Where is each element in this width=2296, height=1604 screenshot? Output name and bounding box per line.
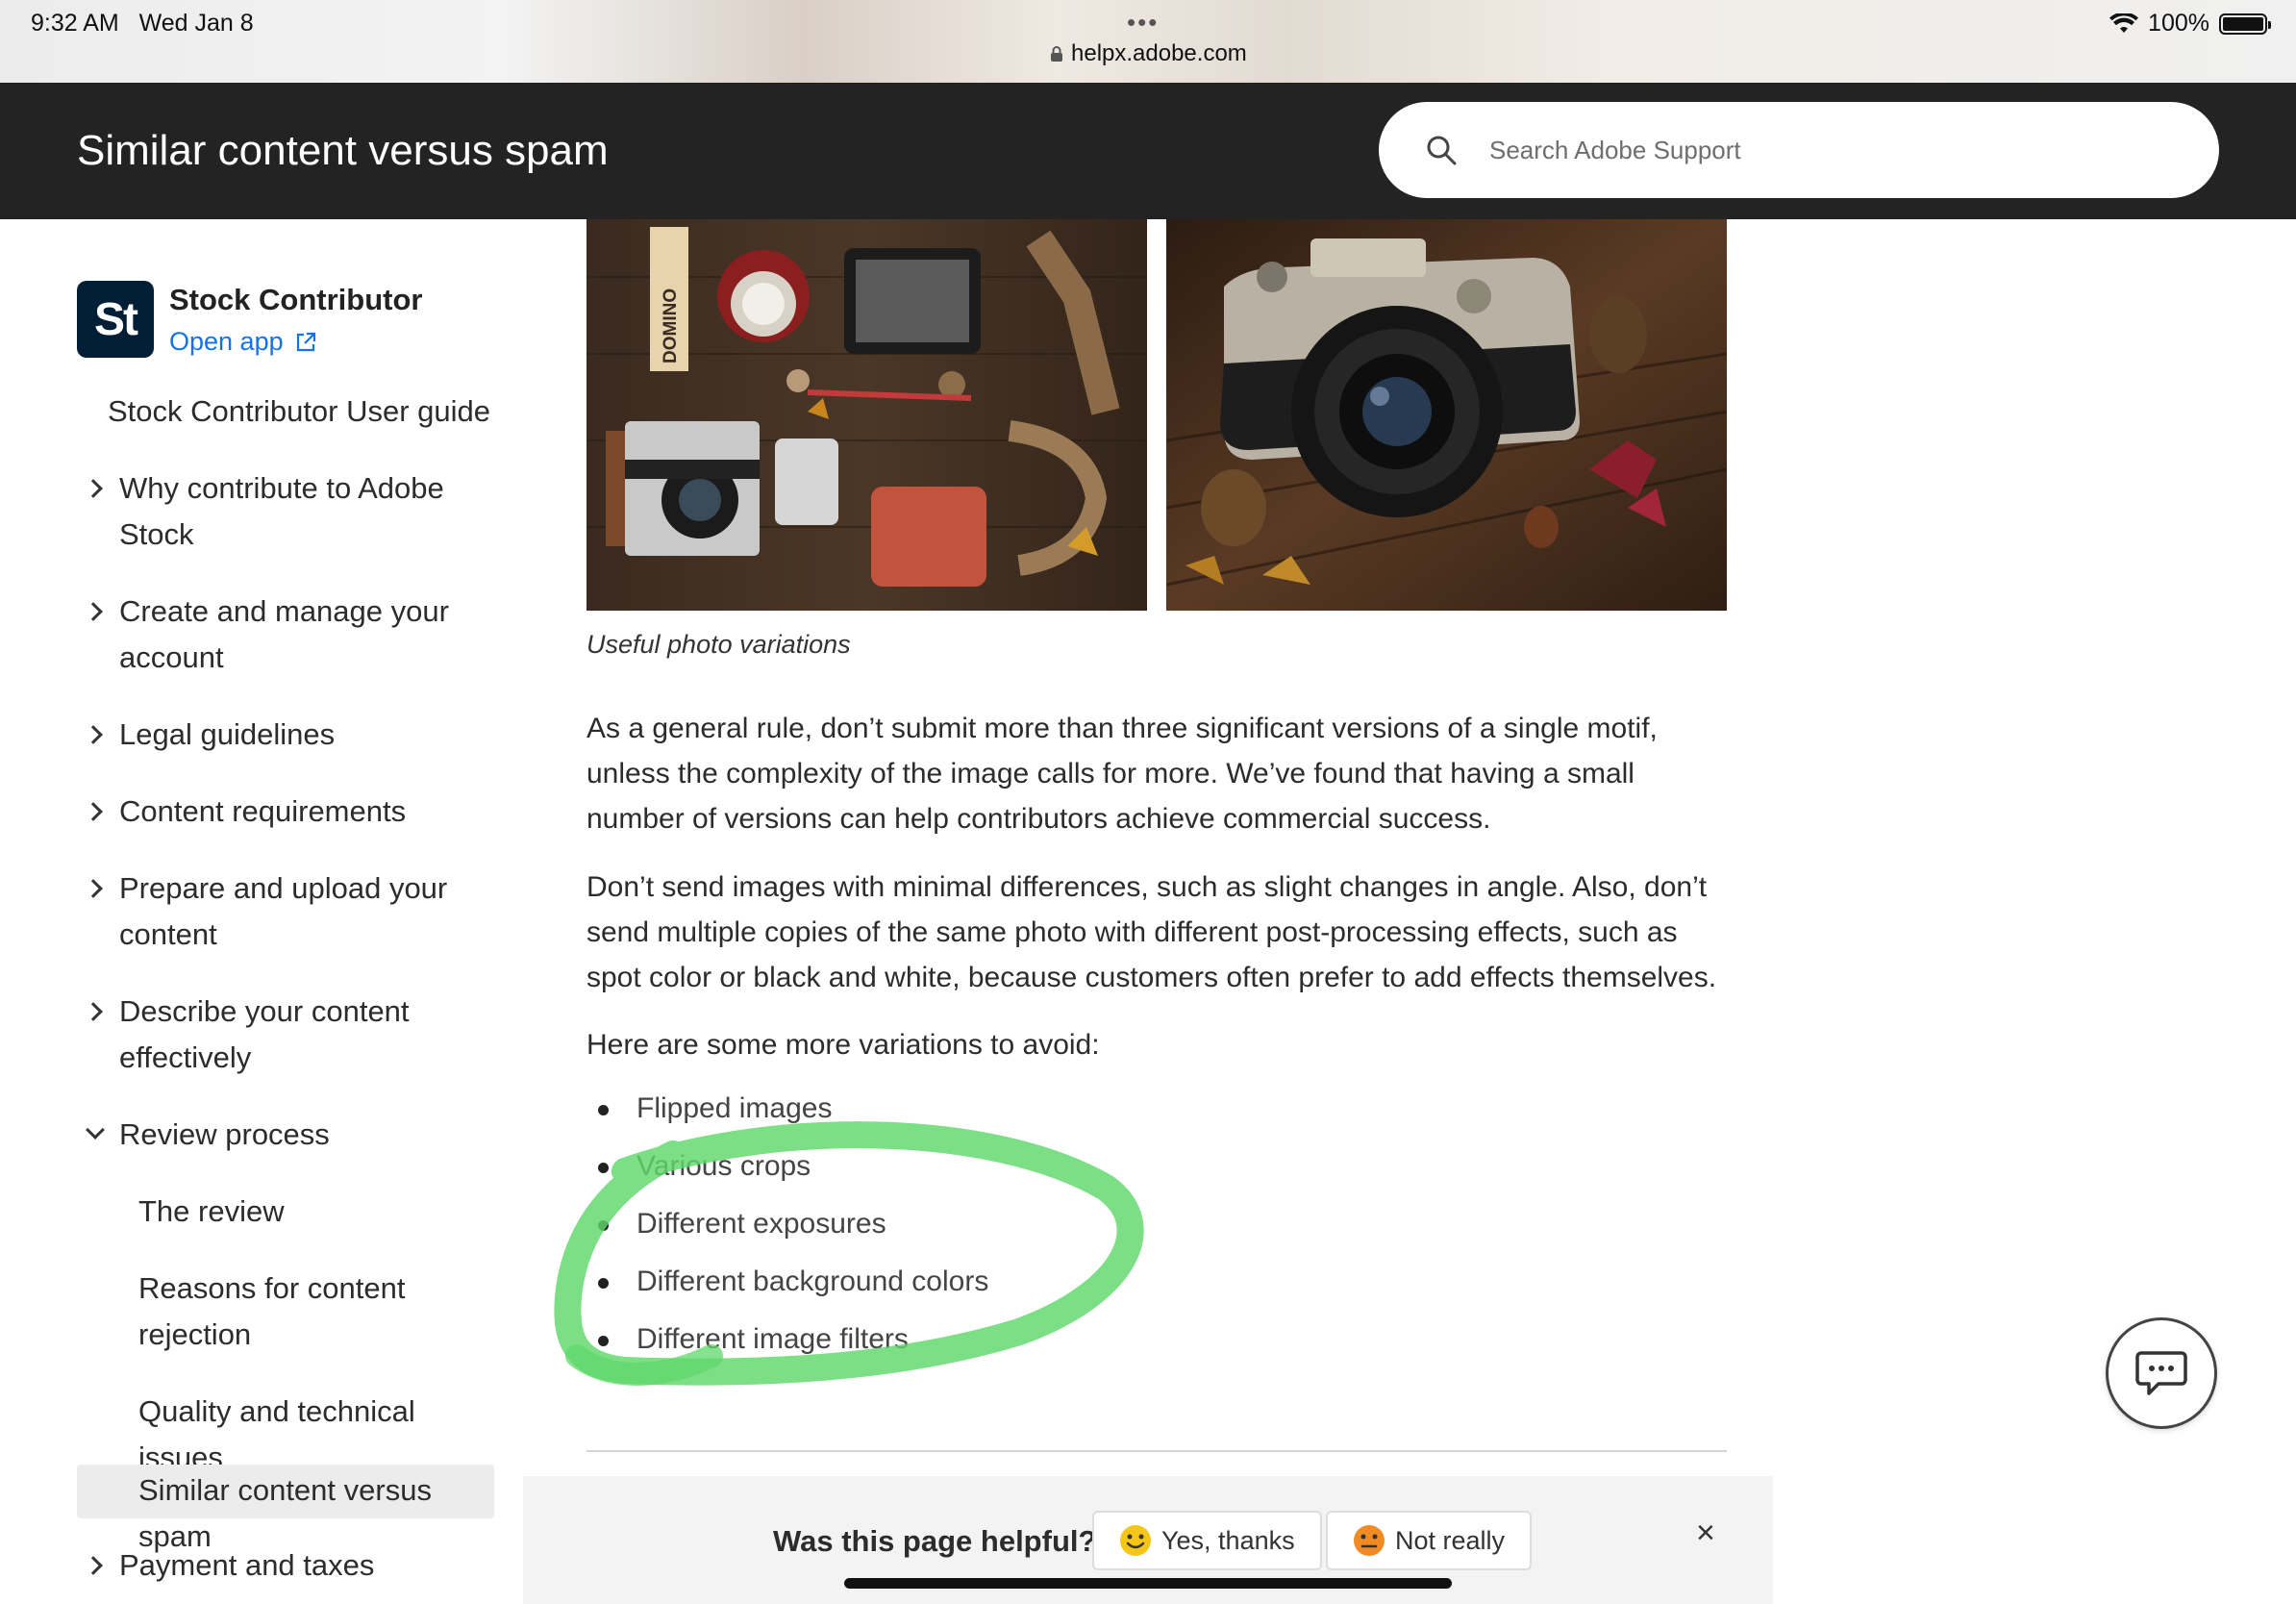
sidebar-item-content-requirements[interactable]: Content requirements bbox=[77, 789, 500, 835]
chevron-right-icon bbox=[84, 879, 103, 898]
list-item: Different image filters bbox=[586, 1316, 988, 1373]
sidebar-item-label: Review process bbox=[119, 1117, 330, 1151]
sidebar-item-label: Payment and taxes bbox=[119, 1548, 375, 1582]
status-bar: 9:32 AM Wed Jan 8 ••• helpx.adobe.com 10… bbox=[0, 0, 2296, 83]
sidebar-item-label: rejection bbox=[138, 1317, 252, 1351]
open-app-label: Open app bbox=[169, 327, 284, 356]
sidebar-item-payment-taxes[interactable]: Payment and taxes bbox=[77, 1542, 500, 1589]
search-icon bbox=[1427, 136, 1457, 165]
feedback-yes-label: Yes, thanks bbox=[1161, 1525, 1295, 1555]
sidebar-item-label: Describe your content bbox=[119, 994, 410, 1028]
body-paragraph-2: Don’t send images with minimal differenc… bbox=[586, 871, 1717, 993]
sidebar-item-label: account bbox=[119, 640, 224, 674]
product-brand: St Stock Contributor Open app bbox=[77, 281, 423, 358]
home-indicator[interactable] bbox=[844, 1578, 1452, 1589]
sidebar-item-label: Prepare and upload your bbox=[119, 871, 448, 905]
chat-button[interactable] bbox=[2106, 1317, 2217, 1429]
list-item: Flipped images bbox=[586, 1085, 988, 1142]
sidebar-item-label: Why contribute to Adobe bbox=[119, 471, 444, 505]
lock-icon bbox=[1051, 46, 1062, 62]
address-bar[interactable]: helpx.adobe.com bbox=[1050, 40, 1247, 67]
chevron-right-icon bbox=[84, 1002, 103, 1021]
domino-box-label: DOMINO bbox=[661, 288, 681, 363]
chevron-right-icon bbox=[84, 602, 103, 621]
list-item: Different exposures bbox=[586, 1200, 988, 1258]
feedback-no-label: Not really bbox=[1395, 1525, 1506, 1555]
chevron-right-icon bbox=[84, 479, 103, 498]
sidebar-item-label: content bbox=[119, 917, 217, 951]
chevron-right-icon bbox=[84, 725, 103, 744]
external-link-icon bbox=[296, 332, 315, 351]
sidebar-item-label: Content requirements bbox=[119, 794, 407, 828]
wifi-icon bbox=[2109, 13, 2139, 33]
chevron-down-icon bbox=[86, 1120, 105, 1140]
battery-icon bbox=[2219, 13, 2271, 35]
content-divider bbox=[586, 1450, 1727, 1452]
sidebar-item-label: effectively bbox=[119, 1040, 252, 1074]
chat-icon bbox=[2135, 1351, 2187, 1395]
feedback-question: Was this page helpful? bbox=[773, 1524, 1097, 1558]
chevron-right-icon bbox=[84, 802, 103, 821]
smile-emoji-icon bbox=[1120, 1525, 1151, 1556]
status-right: 100% bbox=[2109, 10, 2271, 38]
sidebar-item-user-guide[interactable]: Stock Contributor User guide bbox=[108, 388, 490, 435]
photo-flatlay-variation: DOMINO bbox=[586, 219, 1147, 611]
multitask-dots-icon[interactable]: ••• bbox=[1127, 8, 1159, 38]
url-text: helpx.adobe.com bbox=[1071, 40, 1247, 66]
sidebar-item-why-contribute[interactable]: Why contribute to Adobe Stock bbox=[77, 465, 500, 558]
page-title: Similar content versus spam bbox=[77, 127, 609, 174]
sidebar-item-label: Reasons for content bbox=[138, 1271, 406, 1305]
sidebar-item-label: Create and manage your bbox=[119, 594, 449, 628]
body-paragraph-3: Here are some more variations to avoid: bbox=[586, 1029, 1100, 1061]
sidebar-item-account[interactable]: Create and manage your account bbox=[77, 589, 500, 681]
sidebar-item-review-process[interactable]: Review process bbox=[77, 1112, 500, 1158]
sidebar-item-legal[interactable]: Legal guidelines bbox=[77, 712, 500, 758]
feedback-no-button[interactable]: Not really bbox=[1326, 1511, 1533, 1570]
variations-list: Flipped images Various crops Different e… bbox=[586, 1085, 988, 1373]
open-app-link[interactable]: Open app bbox=[169, 327, 423, 357]
stock-logo: St bbox=[77, 281, 154, 358]
chevron-right-icon bbox=[84, 1556, 103, 1575]
sidebar-subitem-rejection-reasons[interactable]: Reasons for content rejection bbox=[138, 1266, 405, 1358]
product-name: Stock Contributor bbox=[169, 283, 423, 316]
list-item: Different background colors bbox=[586, 1258, 988, 1316]
photo-camera-variation bbox=[1166, 219, 1727, 611]
photo-caption: Useful photo variations bbox=[586, 630, 851, 659]
neutral-emoji-icon bbox=[1354, 1525, 1385, 1556]
close-icon[interactable]: × bbox=[1696, 1515, 1715, 1552]
sidebar-subitem-the-review[interactable]: The review bbox=[138, 1189, 285, 1235]
list-item: Various crops bbox=[586, 1142, 988, 1200]
page-header: Similar content versus spam bbox=[0, 83, 2296, 219]
sidebar-item-label: Stock bbox=[119, 517, 194, 551]
search-input[interactable] bbox=[1489, 135, 2143, 165]
sidebar-item-label: Legal guidelines bbox=[119, 717, 336, 751]
feedback-yes-button[interactable]: Yes, thanks bbox=[1092, 1511, 1322, 1570]
status-time: 9:32 AM Wed Jan 8 bbox=[31, 10, 254, 37]
body-paragraph-1: As a general rule, don’t submit more tha… bbox=[586, 713, 1658, 835]
battery-percent: 100% bbox=[2148, 10, 2209, 37]
search-box[interactable] bbox=[1379, 102, 2219, 198]
sidebar-item-prepare-upload[interactable]: Prepare and upload your content bbox=[77, 865, 500, 958]
sidebar-item-describe[interactable]: Describe your content effectively bbox=[77, 989, 500, 1081]
